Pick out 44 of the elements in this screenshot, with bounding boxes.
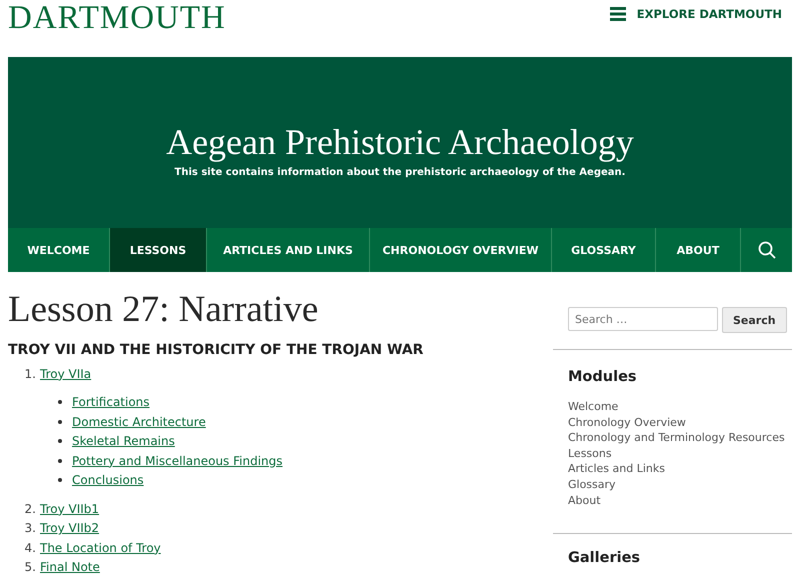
lesson-link[interactable]: Domestic Architecture	[72, 414, 206, 429]
module-link[interactable]: Chronology and Terminology Resources	[568, 430, 792, 446]
lesson-link[interactable]: Conclusions	[72, 473, 144, 488]
lesson-link[interactable]: Final Note	[40, 560, 100, 574]
nav-tab[interactable]: ARTICLES AND LINKS	[207, 228, 370, 272]
nav-tab[interactable]: CHRONOLOGY OVERVIEW	[370, 228, 552, 272]
page-title: Lesson 27: Narrative	[8, 288, 320, 332]
module-link[interactable]: Glossary	[568, 476, 792, 493]
list-number: 4.	[24, 540, 36, 555]
search-icon	[758, 241, 776, 259]
section-heading: TROY VII AND THE HISTORICITY OF THE TROJAN WAR	[8, 342, 424, 358]
module-link[interactable]: Articles and Links	[568, 461, 792, 477]
module-link[interactable]: Lessons	[568, 446, 792, 462]
list-number: 2.	[24, 502, 36, 516]
site-title: Aegean Prehistoric Archaeology	[166, 121, 634, 163]
menu-icon	[610, 6, 626, 22]
lesson-link[interactable]: Troy VIIb1	[40, 502, 100, 516]
bullet-icon	[58, 439, 62, 444]
site-logo[interactable]: DARTMOUTH	[8, 0, 226, 36]
list-number: 1.	[24, 366, 36, 381]
bullet-icon	[58, 478, 62, 482]
lesson-link[interactable]: Fortifications	[72, 395, 150, 410]
module-link[interactable]: About	[568, 492, 792, 508]
list-number: 5.	[24, 560, 36, 574]
widget-heading: Galleries	[568, 550, 642, 566]
nav-tab[interactable]: LESSONS	[110, 228, 207, 272]
lesson-link[interactable]: Pottery and Miscellaneous Findings	[72, 454, 283, 468]
lesson-link[interactable]: Troy VIIa	[40, 366, 92, 381]
search-button[interactable]: Search	[722, 307, 787, 333]
bullet-icon	[58, 420, 62, 424]
lesson-link[interactable]: Skeletal Remains	[72, 434, 175, 448]
lesson-link[interactable]: The Location of Troy	[40, 540, 161, 555]
site-tagline: This site contains information about the prehistoric archaeology of the Aegean.	[174, 167, 626, 178]
module-link[interactable]: Welcome	[568, 399, 792, 415]
list-number: 3.	[24, 521, 36, 536]
widget-heading: Modules	[568, 369, 638, 385]
module-link[interactable]: Chronology Overview	[568, 414, 792, 430]
bullet-icon	[58, 400, 62, 404]
lesson-link[interactable]: Troy VIIb2	[40, 521, 100, 536]
explore-link[interactable]: EXPLORE DARTMOUTH	[610, 6, 782, 22]
search-field[interactable]: Search …	[568, 307, 718, 331]
nav-tab[interactable]: ABOUT	[656, 228, 741, 272]
nav-tab[interactable]: GLOSSARY	[552, 228, 656, 272]
bullet-icon	[58, 458, 62, 463]
